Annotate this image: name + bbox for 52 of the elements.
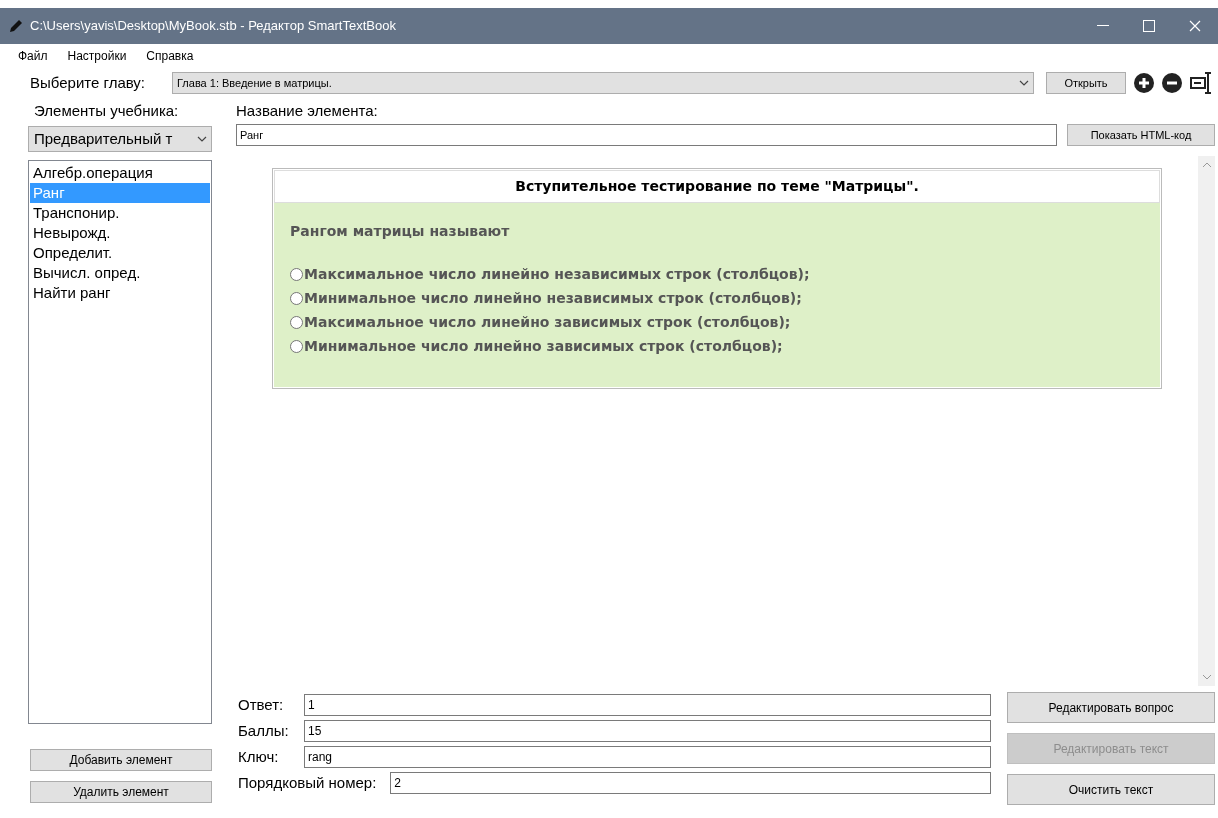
question-text: Рангом матрицы называют [290, 222, 511, 241]
radio-button[interactable] [290, 292, 303, 305]
input-field[interactable]: rang [304, 746, 991, 768]
field-label: Баллы: [237, 720, 290, 741]
scroll-down-icon[interactable] [1201, 674, 1212, 680]
chapter-label: Выберите главу: [30, 72, 147, 93]
window-title: C:\Users\yavis\Desktop\MyBook.stb - Редактор SmartTextBook [30, 17, 397, 36]
option-label: Минимальное число линейно зависимых строк (столбцов); [304, 337, 783, 356]
input-field[interactable]: 2 [390, 772, 991, 794]
open-button[interactable]: Открыть [1046, 72, 1126, 94]
scroll-up-icon[interactable] [1201, 162, 1212, 168]
list-item[interactable]: Алгебр.операция [30, 163, 210, 183]
radio-button[interactable] [290, 268, 303, 281]
menu-item[interactable]: Настройки [67, 47, 127, 65]
sidebar-button[interactable]: Добавить элемент [30, 749, 212, 771]
chevron-down-icon [1019, 80, 1029, 86]
field-label: Ключ: [237, 746, 280, 767]
rename-icon[interactable] [1190, 71, 1214, 95]
list-item[interactable]: Невырожд. [30, 223, 210, 243]
list-item[interactable]: Вычисл. опред. [30, 263, 210, 283]
maximize-icon [1143, 20, 1155, 32]
radio-button[interactable] [290, 340, 303, 353]
field-label: Ответ: [237, 694, 285, 715]
chevron-down-icon [197, 136, 207, 142]
element-type-dropdown[interactable]: Предварительный т [28, 126, 212, 152]
close-icon [1189, 20, 1201, 32]
elements-label: Элементы учебника: [33, 101, 180, 120]
test-title: Вступительное тестирование по теме "Матрицы". [274, 170, 1160, 203]
option-label: Минимальное число линейно независимых строк (столбцов); [304, 289, 802, 308]
action-button[interactable]: Очистить текст [1007, 774, 1215, 805]
add-icon[interactable] [1134, 73, 1154, 93]
remove-icon[interactable] [1162, 73, 1182, 93]
radio-button[interactable] [290, 316, 303, 329]
input-field[interactable]: 1 [304, 694, 991, 716]
list-item[interactable]: Определит. [30, 243, 210, 263]
action-button[interactable]: Редактировать вопрос [1007, 692, 1215, 723]
option-label: Максимальное число линейно независимых строк (столбцов); [304, 265, 810, 284]
menu-item[interactable]: Справка [146, 47, 194, 65]
chapter-dropdown[interactable]: Глава 1: Введение в матрицы. [172, 72, 1034, 94]
element-name-label: Название элемента: [236, 101, 379, 120]
pencil-icon [8, 18, 24, 34]
scrollbar[interactable] [1198, 156, 1215, 686]
minimize-icon [1097, 25, 1109, 27]
list-item[interactable]: Транспонир. [30, 203, 210, 223]
show-html-button[interactable]: Показать HTML-код [1067, 124, 1215, 146]
option-label: Максимальное число линейно зависимых строк (столбцов); [304, 313, 791, 332]
list-item[interactable]: Найти ранг [30, 283, 210, 303]
menu-item[interactable]: Файл [18, 47, 48, 65]
field-label: Порядковый номер: [237, 772, 377, 793]
element-name-field[interactable]: Ранг [236, 124, 1057, 146]
sidebar-button[interactable]: Удалить элемент [30, 781, 212, 803]
input-field[interactable]: 15 [304, 720, 991, 742]
